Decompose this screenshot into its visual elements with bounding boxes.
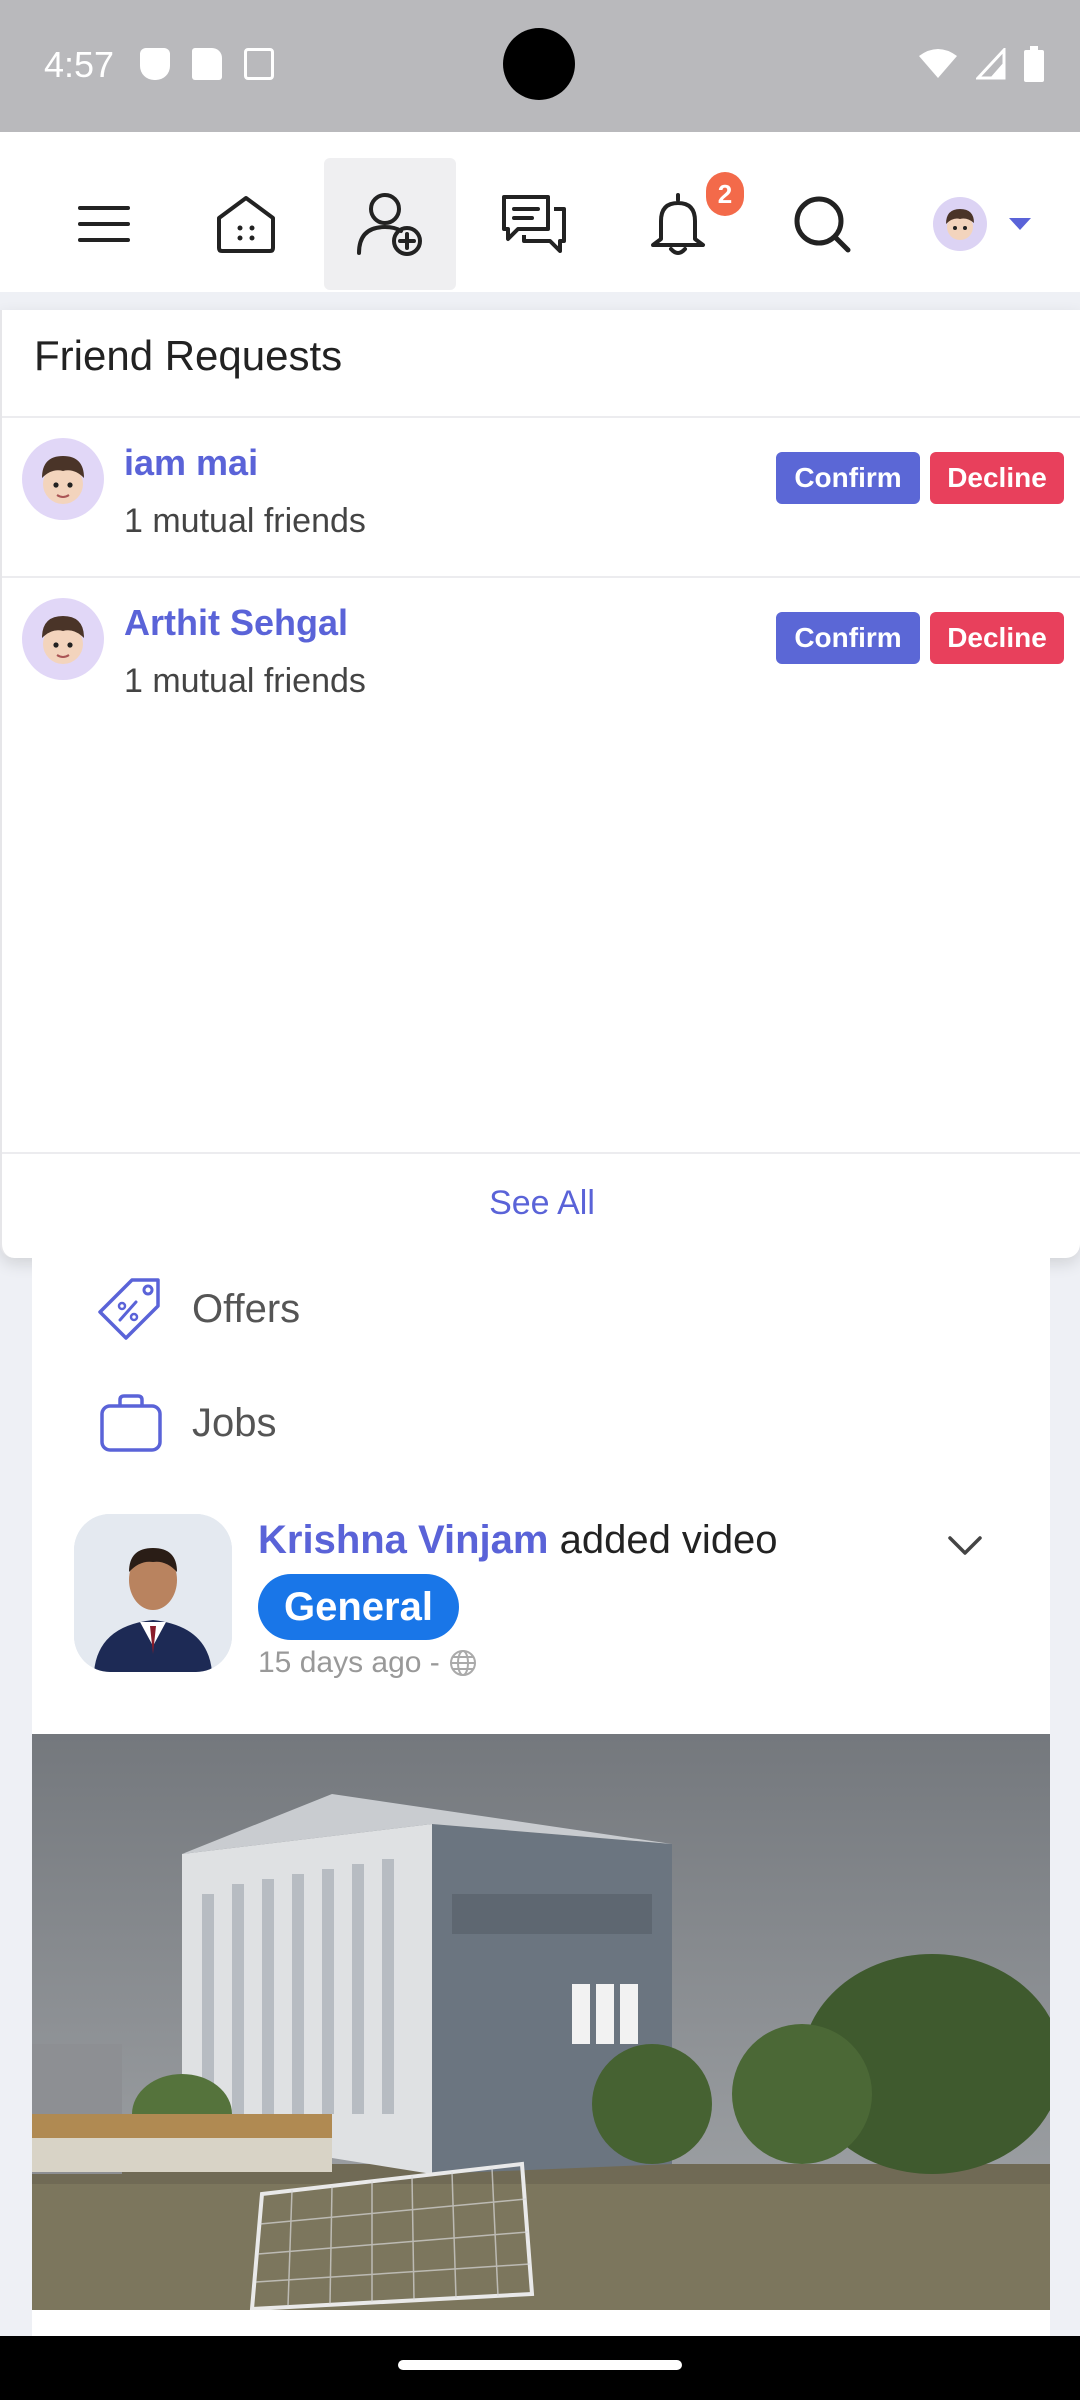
menu-item-offers[interactable]: Offers bbox=[98, 1276, 300, 1342]
decline-button[interactable]: Decline bbox=[930, 452, 1064, 504]
globe-icon bbox=[449, 1650, 476, 1676]
shield-icon bbox=[140, 48, 170, 80]
gesture-handle[interactable] bbox=[398, 2360, 682, 2370]
see-all-link[interactable]: See All bbox=[2, 1184, 1080, 1223]
top-navigation: 2 bbox=[0, 132, 1080, 292]
post-action-text: added video bbox=[548, 1518, 778, 1562]
requester-avatar[interactable] bbox=[22, 598, 104, 680]
confirm-button[interactable]: Confirm bbox=[776, 452, 920, 504]
search-icon bbox=[794, 196, 851, 253]
system-navigation-bar bbox=[0, 2336, 1080, 2400]
wifi-icon bbox=[919, 49, 957, 78]
caret-down-icon bbox=[1009, 218, 1031, 230]
battery-icon bbox=[1024, 46, 1044, 82]
signal-icon bbox=[976, 48, 1006, 80]
menu-item-jobs[interactable]: Jobs bbox=[98, 1392, 277, 1454]
menu-item-label: Jobs bbox=[192, 1400, 277, 1445]
notification-badge: 2 bbox=[706, 172, 744, 216]
friend-requests-dropdown: Friend Requests iam mai 1 mutual friends… bbox=[0, 310, 1080, 1258]
requester-name[interactable]: iam mai bbox=[124, 442, 258, 484]
post-video-thumbnail[interactable] bbox=[32, 1734, 1050, 2310]
profile-avatar bbox=[933, 197, 987, 251]
a-icon bbox=[244, 48, 274, 80]
confirm-button[interactable]: Confirm bbox=[776, 612, 920, 664]
post-card: Krishna Vinjam added video General 15 da… bbox=[32, 1486, 1050, 2336]
post-time-text: 15 days ago - bbox=[258, 1646, 440, 1679]
menu-item-label: Offers bbox=[192, 1286, 301, 1331]
add-friend-icon bbox=[357, 193, 422, 256]
mutual-friends-text: 1 mutual friends bbox=[124, 502, 366, 540]
friends-button[interactable] bbox=[324, 158, 456, 290]
post-author-avatar[interactable] bbox=[74, 1514, 232, 1672]
divider bbox=[2, 1152, 1080, 1154]
friend-request-row: Arthit Sehgal 1 mutual friends Confirm D… bbox=[2, 578, 1080, 736]
status-icons-right bbox=[918, 46, 1044, 82]
menu-button[interactable] bbox=[38, 158, 170, 290]
briefcase-icon bbox=[100, 1394, 162, 1452]
post-category-tag[interactable]: General bbox=[258, 1574, 459, 1640]
chat-icon bbox=[502, 195, 566, 253]
post-headline: Krishna Vinjam added video bbox=[258, 1518, 778, 1563]
post-author-name[interactable]: Krishna Vinjam bbox=[258, 1518, 548, 1562]
mutual-friends-text: 1 mutual friends bbox=[124, 662, 366, 700]
search-button[interactable] bbox=[756, 158, 888, 290]
status-icons-left bbox=[140, 48, 274, 80]
sd-card-icon bbox=[192, 48, 222, 80]
friend-request-row: iam mai 1 mutual friends Confirm Decline bbox=[2, 418, 1080, 576]
status-bar: 4:57 bbox=[0, 0, 1080, 132]
home-icon bbox=[217, 196, 275, 253]
post-timestamp: 15 days ago - bbox=[258, 1646, 478, 1680]
side-menu-card: Offers Jobs bbox=[32, 1256, 1050, 1488]
camera-cutout bbox=[503, 28, 575, 100]
status-time: 4:57 bbox=[44, 44, 115, 85]
post-options-button[interactable] bbox=[947, 1534, 983, 1563]
requester-name[interactable]: Arthit Sehgal bbox=[124, 602, 348, 644]
offer-tag-icon bbox=[98, 1278, 160, 1340]
friend-requests-title: Friend Requests bbox=[34, 332, 343, 379]
home-button[interactable] bbox=[180, 158, 312, 290]
profile-menu-button[interactable] bbox=[908, 158, 1058, 290]
hamburger-icon bbox=[78, 206, 130, 242]
decline-button[interactable]: Decline bbox=[930, 612, 1064, 664]
bell-icon bbox=[651, 193, 705, 255]
chevron-down-icon bbox=[948, 1536, 982, 1555]
requester-avatar[interactable] bbox=[22, 438, 104, 520]
messages-button[interactable] bbox=[468, 158, 600, 290]
